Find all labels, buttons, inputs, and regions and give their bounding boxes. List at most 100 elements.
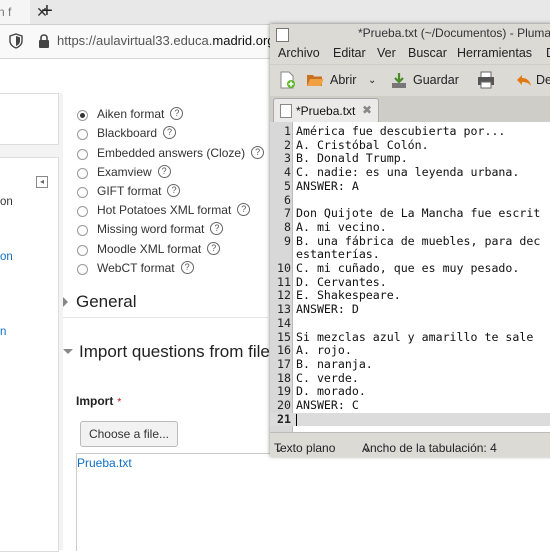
section-general-title: General bbox=[76, 292, 137, 311]
section-import-header[interactable]: Import questions from file bbox=[63, 342, 270, 362]
format-radio[interactable] bbox=[77, 187, 88, 198]
url-domain: madrid.org bbox=[212, 33, 275, 48]
help-icon[interactable]: ? bbox=[207, 242, 221, 256]
editor-line[interactable]: 16 A. rojo. bbox=[270, 343, 550, 358]
format-option-label[interactable]: Aiken format? bbox=[97, 107, 184, 121]
menu-documentos[interactable]: D bbox=[546, 46, 550, 60]
editor-line[interactable]: 11 D. Cervantes. bbox=[270, 274, 550, 290]
help-icon[interactable]: ? bbox=[237, 203, 251, 217]
browser-tab[interactable]: n f bbox=[0, 0, 30, 24]
format-radio[interactable] bbox=[77, 129, 88, 140]
menu-editar[interactable]: Editar bbox=[333, 46, 366, 60]
sidebar-text-fragment: on bbox=[0, 196, 13, 208]
url-text[interactable]: https://aulavirtual33.educa.madrid.org bbox=[57, 33, 275, 48]
help-icon[interactable]: ? bbox=[167, 184, 181, 198]
editor-line[interactable]: estanterías. bbox=[270, 248, 550, 262]
editor-line[interactable]: 9 B. una fábrica de muebles, para dec bbox=[270, 234, 550, 249]
editor-line[interactable]: 21 bbox=[270, 412, 550, 427]
format-option-label[interactable]: GIFT format? bbox=[97, 184, 181, 198]
menu-buscar[interactable]: Buscar bbox=[408, 46, 447, 60]
help-icon[interactable]: ? bbox=[210, 222, 224, 236]
format-option-label[interactable]: Embedded answers (Cloze)? bbox=[97, 146, 265, 160]
sidebar-link-fragment[interactable]: n bbox=[0, 326, 6, 338]
editor-line[interactable]: 2 A. Cristóbal Colón. bbox=[270, 138, 550, 153]
editor-line[interactable]: 19 D. morado. bbox=[270, 385, 550, 399]
text-editing-area[interactable]: 1 América fue descubierta por... 2 A. Crist… bbox=[270, 122, 550, 432]
divider bbox=[63, 317, 268, 318]
tracking-shield-icon[interactable] bbox=[8, 33, 24, 49]
format-option-label[interactable]: Examview? bbox=[97, 165, 171, 179]
line-text: B. naranja. bbox=[296, 356, 373, 371]
close-tab-icon[interactable]: ✖ bbox=[362, 103, 372, 117]
editor-title-bar[interactable]: *Prueba.txt (~/Documentos) - Pluma bbox=[270, 24, 550, 45]
menu-archivo[interactable]: Archivo bbox=[278, 46, 320, 60]
format-radio[interactable] bbox=[77, 225, 88, 236]
editor-line[interactable]: 3 B. Donald Trump. bbox=[270, 152, 550, 166]
editor-line[interactable]: 7 Don Quijote de La Mancha fue escrit bbox=[270, 206, 550, 221]
open-button-label[interactable]: Abrir bbox=[330, 73, 356, 87]
save-button-label[interactable]: Guardar bbox=[413, 73, 459, 87]
format-option-label[interactable]: WebCT format? bbox=[97, 261, 194, 275]
format-option-label[interactable]: Blackboard? bbox=[97, 126, 177, 140]
collapse-icon bbox=[63, 349, 73, 354]
help-icon[interactable]: ? bbox=[157, 165, 171, 179]
format-option-text: Missing word format bbox=[97, 222, 205, 236]
format-option-text: Moodle XML format bbox=[97, 242, 202, 256]
format-option-text: GIFT format bbox=[97, 184, 162, 198]
format-option-label[interactable]: Moodle XML format? bbox=[97, 242, 221, 256]
format-option-label[interactable]: Missing word format? bbox=[97, 222, 224, 236]
editor-line[interactable]: 14 bbox=[270, 316, 550, 331]
line-number: 18 bbox=[277, 370, 291, 385]
help-icon[interactable]: ? bbox=[170, 107, 184, 121]
uploaded-file-link[interactable]: Prueba.txt bbox=[77, 456, 132, 470]
editor-line[interactable]: 17 B. naranja. bbox=[270, 356, 550, 372]
undo-button-label[interactable]: De bbox=[536, 73, 550, 87]
editor-line[interactable]: 8 A. mi vecino. bbox=[270, 220, 550, 235]
editor-line[interactable]: 15 Si mezclas azul y amarillo te sale bbox=[270, 330, 550, 345]
editor-line[interactable]: 5 ANSWER: A bbox=[270, 178, 550, 194]
format-radio[interactable] bbox=[77, 264, 88, 275]
line-text: ANSWER: C bbox=[296, 398, 359, 412]
open-folder-icon[interactable] bbox=[306, 71, 324, 89]
format-option-label[interactable]: Hot Potatoes XML format? bbox=[97, 203, 251, 217]
format-radio[interactable] bbox=[77, 149, 88, 160]
format-option-text: Blackboard bbox=[97, 126, 158, 140]
editor-line[interactable]: 4 C. nadie: es una leyenda urbana. bbox=[270, 165, 550, 180]
format-radio[interactable] bbox=[77, 245, 88, 256]
collapse-block-icon[interactable]: ◂ bbox=[36, 176, 48, 188]
line-text: B. Donald Trump. bbox=[296, 151, 408, 166]
help-icon[interactable]: ? bbox=[180, 261, 194, 275]
line-text: D. Cervantes. bbox=[296, 274, 387, 289]
new-document-icon[interactable] bbox=[278, 71, 296, 89]
menu-herramientas[interactable]: Herramientas bbox=[457, 46, 532, 60]
editor-line[interactable]: 1 América fue descubierta por... bbox=[270, 124, 550, 139]
print-icon[interactable] bbox=[477, 71, 495, 89]
undo-icon[interactable] bbox=[515, 71, 533, 89]
open-dropdown-chevron-icon[interactable]: ⌄ bbox=[368, 75, 376, 86]
save-icon[interactable] bbox=[390, 71, 408, 89]
editor-line[interactable]: 6 bbox=[270, 192, 550, 208]
tab-width-label: Ancho de la tabulación: 4 bbox=[362, 441, 497, 455]
format-option-text: Embedded answers (Cloze) bbox=[97, 146, 246, 160]
editor-line[interactable]: 12 E. Shakespeare. bbox=[270, 289, 550, 303]
help-icon[interactable]: ? bbox=[251, 146, 265, 160]
editor-line[interactable]: 10 C. mi cuñado, que es muy pesado. bbox=[270, 261, 550, 276]
editor-line[interactable]: 20 ANSWER: C bbox=[270, 398, 550, 413]
editor-tab-prueba[interactable]: *Prueba.txt ✖ bbox=[273, 98, 379, 123]
line-text: ANSWER: A bbox=[296, 178, 359, 193]
lock-icon[interactable] bbox=[36, 33, 52, 49]
line-number: 6 bbox=[284, 192, 291, 207]
editor-line[interactable]: 18 C. verde. bbox=[270, 370, 550, 386]
line-text: estanterías. bbox=[296, 247, 380, 262]
help-icon[interactable]: ? bbox=[163, 126, 177, 140]
line-number: 12 bbox=[277, 288, 291, 303]
section-general-header[interactable]: General bbox=[63, 292, 136, 312]
sidebar-link-fragment[interactable]: on bbox=[0, 251, 13, 263]
format-radio[interactable] bbox=[77, 168, 88, 179]
format-radio[interactable] bbox=[77, 110, 88, 121]
menu-ver[interactable]: Ver bbox=[377, 46, 396, 60]
format-radio[interactable] bbox=[77, 206, 88, 217]
editor-line[interactable]: 13 ANSWER: D bbox=[270, 302, 550, 317]
choose-file-button[interactable]: Choose a file... bbox=[80, 421, 178, 447]
new-tab-button[interactable]: + bbox=[36, 0, 58, 24]
